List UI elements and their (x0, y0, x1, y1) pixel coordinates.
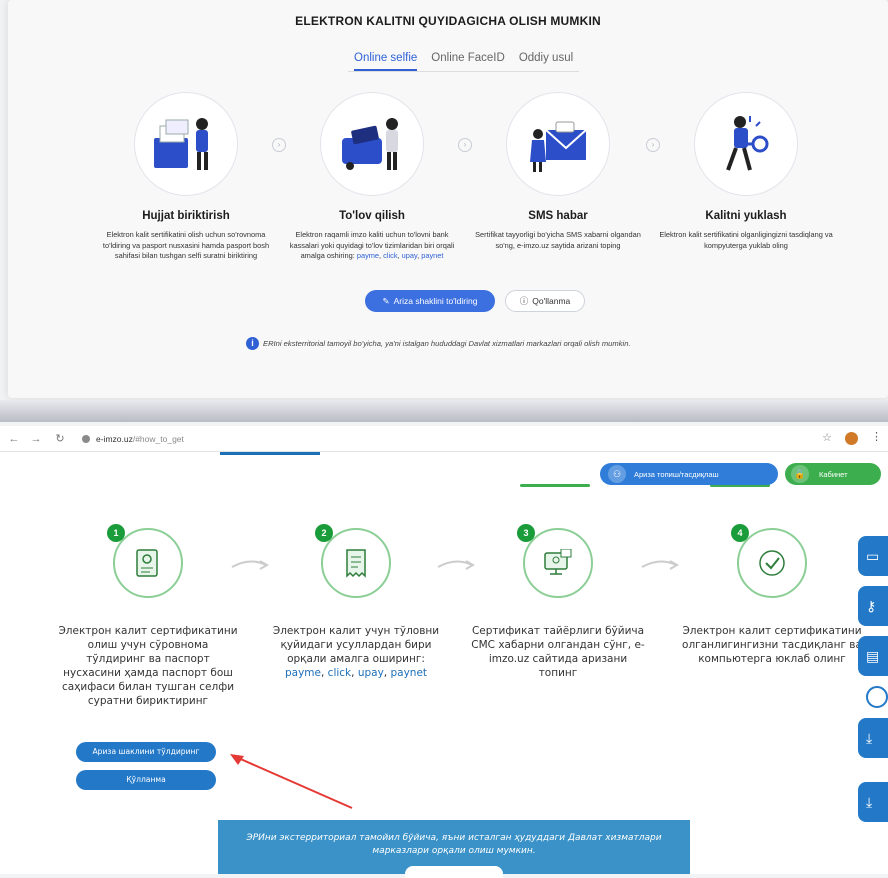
paynet-link[interactable]: paynet (421, 251, 443, 260)
step-description: Elektron kalit sertifikatini olish uchun… (102, 230, 270, 260)
arrow-swoosh-icon (641, 560, 680, 570)
step-attach-document: Hujjat biriktirish Elektron kalit sertif… (86, 92, 286, 262)
step-description: Sertifikat tayyorligi bo'yicha SMS xabar… (475, 230, 641, 250)
guide-button-cyrillic[interactable]: Қўлланма (76, 770, 216, 790)
step-number: 4 (731, 524, 749, 542)
step-payment: To'lov qilish Elektron raqamli imzo kali… (272, 92, 472, 262)
form-icon: 1 (107, 524, 183, 598)
step-description: Elektron kalit sertifikatini olganliging… (659, 230, 833, 250)
back-arrow-icon[interactable]: ← (6, 433, 22, 445)
click-link[interactable]: click (328, 667, 351, 679)
separator (0, 400, 888, 422)
step-3: 3 Сертификат тайёрлиги бўйича СМС хабарн… (468, 524, 648, 680)
arrow-swoosh-icon (231, 560, 270, 570)
download-icon[interactable]: ⤓ (858, 782, 888, 822)
certificate-monitor-icon: 3 (517, 524, 593, 598)
step-number: 1 (107, 524, 125, 542)
step-description: Электрон калит учун тўловни қуйидаги усу… (272, 625, 440, 679)
star-icon[interactable]: ☆ (822, 431, 832, 444)
checkmark-circle-icon: 4 (731, 524, 807, 598)
download-icon[interactable]: ⤓ (858, 718, 888, 758)
document-icon[interactable]: ▤ (858, 636, 888, 676)
step-description: Сертификат тайёрлиги бўйича СМС хабарни … (471, 625, 645, 679)
payme-link[interactable]: payme (285, 667, 321, 679)
address-bar[interactable]: e-imzo.uz/#how_to_get (96, 434, 184, 444)
info-note: i ERIni eksterritorial tamoyil bo'yicha,… (246, 337, 631, 350)
info-icon: i (246, 337, 259, 350)
find-application-button[interactable]: ⚇ Ариза топиш/тасдиқлаш (600, 463, 778, 485)
step-sms: SMS habar Sertifikat tayyorligi bo'yicha… (458, 92, 658, 251)
paynet-link[interactable]: paynet (390, 667, 427, 679)
pencil-icon: ✎ (382, 295, 390, 306)
scroll-indicator[interactable] (866, 686, 888, 708)
tab-online-selfie[interactable]: Online selfie (354, 52, 418, 71)
step-title: To'lov qilish (339, 210, 405, 222)
step-4: 4 Электрон калит сертификатини олганлиги… (682, 524, 862, 666)
key-illustration-icon (694, 92, 798, 196)
tab-oddiy-usul[interactable]: Oddiy usul (519, 52, 573, 71)
profile-avatar[interactable] (845, 432, 858, 445)
step-number: 2 (315, 524, 333, 542)
step-description: Elektron raqamli imzo kaliti uchun to'lo… (289, 230, 455, 260)
lock-icon (82, 434, 90, 443)
guide-button[interactable]: ⓘ Qo'llanma (505, 290, 585, 312)
browser-toolbar: ← → ↻ e-imzo.uz/#how_to_get ☆ ⋮ (0, 426, 888, 452)
step-download-key: Kalitni yuklash Elektron kalit sertifika… (646, 92, 846, 251)
card-icon[interactable]: ▭ (858, 536, 888, 576)
section-title: ELEKTRON KALITNI QUYIDAGICHA OLISH MUMKI… (295, 14, 601, 28)
banner-tab[interactable] (405, 866, 503, 878)
upay-link[interactable]: upay (402, 251, 417, 260)
payme-link[interactable]: payme (357, 251, 379, 260)
step-description: Электрон калит сертификатини олиш учун с… (58, 625, 238, 707)
tab-online-faceid[interactable]: Online FaceID (431, 52, 505, 71)
click-link[interactable]: click (383, 251, 397, 260)
active-nav-underline (220, 452, 320, 455)
reload-icon[interactable]: ↻ (52, 432, 68, 445)
top-panel: ELEKTRON KALITNI QUYIDAGICHA OLISH MUMKI… (8, 0, 888, 398)
fill-application-button[interactable]: ✎ Ariza shaklini to'ldiring (365, 290, 495, 312)
lock-icon: 🔒 (791, 465, 809, 483)
forward-arrow-icon[interactable]: → (28, 433, 44, 445)
step-1: 1 Электрон калит сертификатини олиш учун… (58, 524, 238, 708)
step-title: Hujjat biriktirish (142, 210, 230, 222)
step-2: 2 Электрон калит учун тўловни қуйидаги у… (266, 524, 446, 680)
step-number: 3 (517, 524, 535, 542)
wallet-illustration-icon (320, 92, 424, 196)
documents-illustration-icon (134, 92, 238, 196)
info-circle-icon: ⓘ (519, 296, 529, 306)
key-icon[interactable]: ⚷ (858, 586, 888, 626)
cabinet-button[interactable]: 🔒 Кабинет (785, 463, 881, 485)
method-tabs: Online selfie Online FaceID Oddiy usul (348, 52, 580, 72)
step-title: Kalitni yuklash (705, 210, 787, 222)
decor-line (520, 484, 590, 487)
receipt-icon: 2 (315, 524, 391, 598)
fill-application-button-cyrillic[interactable]: Ариза шаклини тўлдиринг (76, 742, 216, 762)
step-title: SMS habar (528, 210, 588, 222)
envelope-illustration-icon (506, 92, 610, 196)
annotation-arrow-icon (230, 754, 353, 809)
search-people-icon: ⚇ (608, 465, 626, 483)
menu-dots-icon[interactable]: ⋮ (871, 430, 882, 443)
upay-link[interactable]: upay (358, 667, 384, 679)
step-description: Электрон калит сертификатини олганлигинг… (682, 625, 862, 665)
